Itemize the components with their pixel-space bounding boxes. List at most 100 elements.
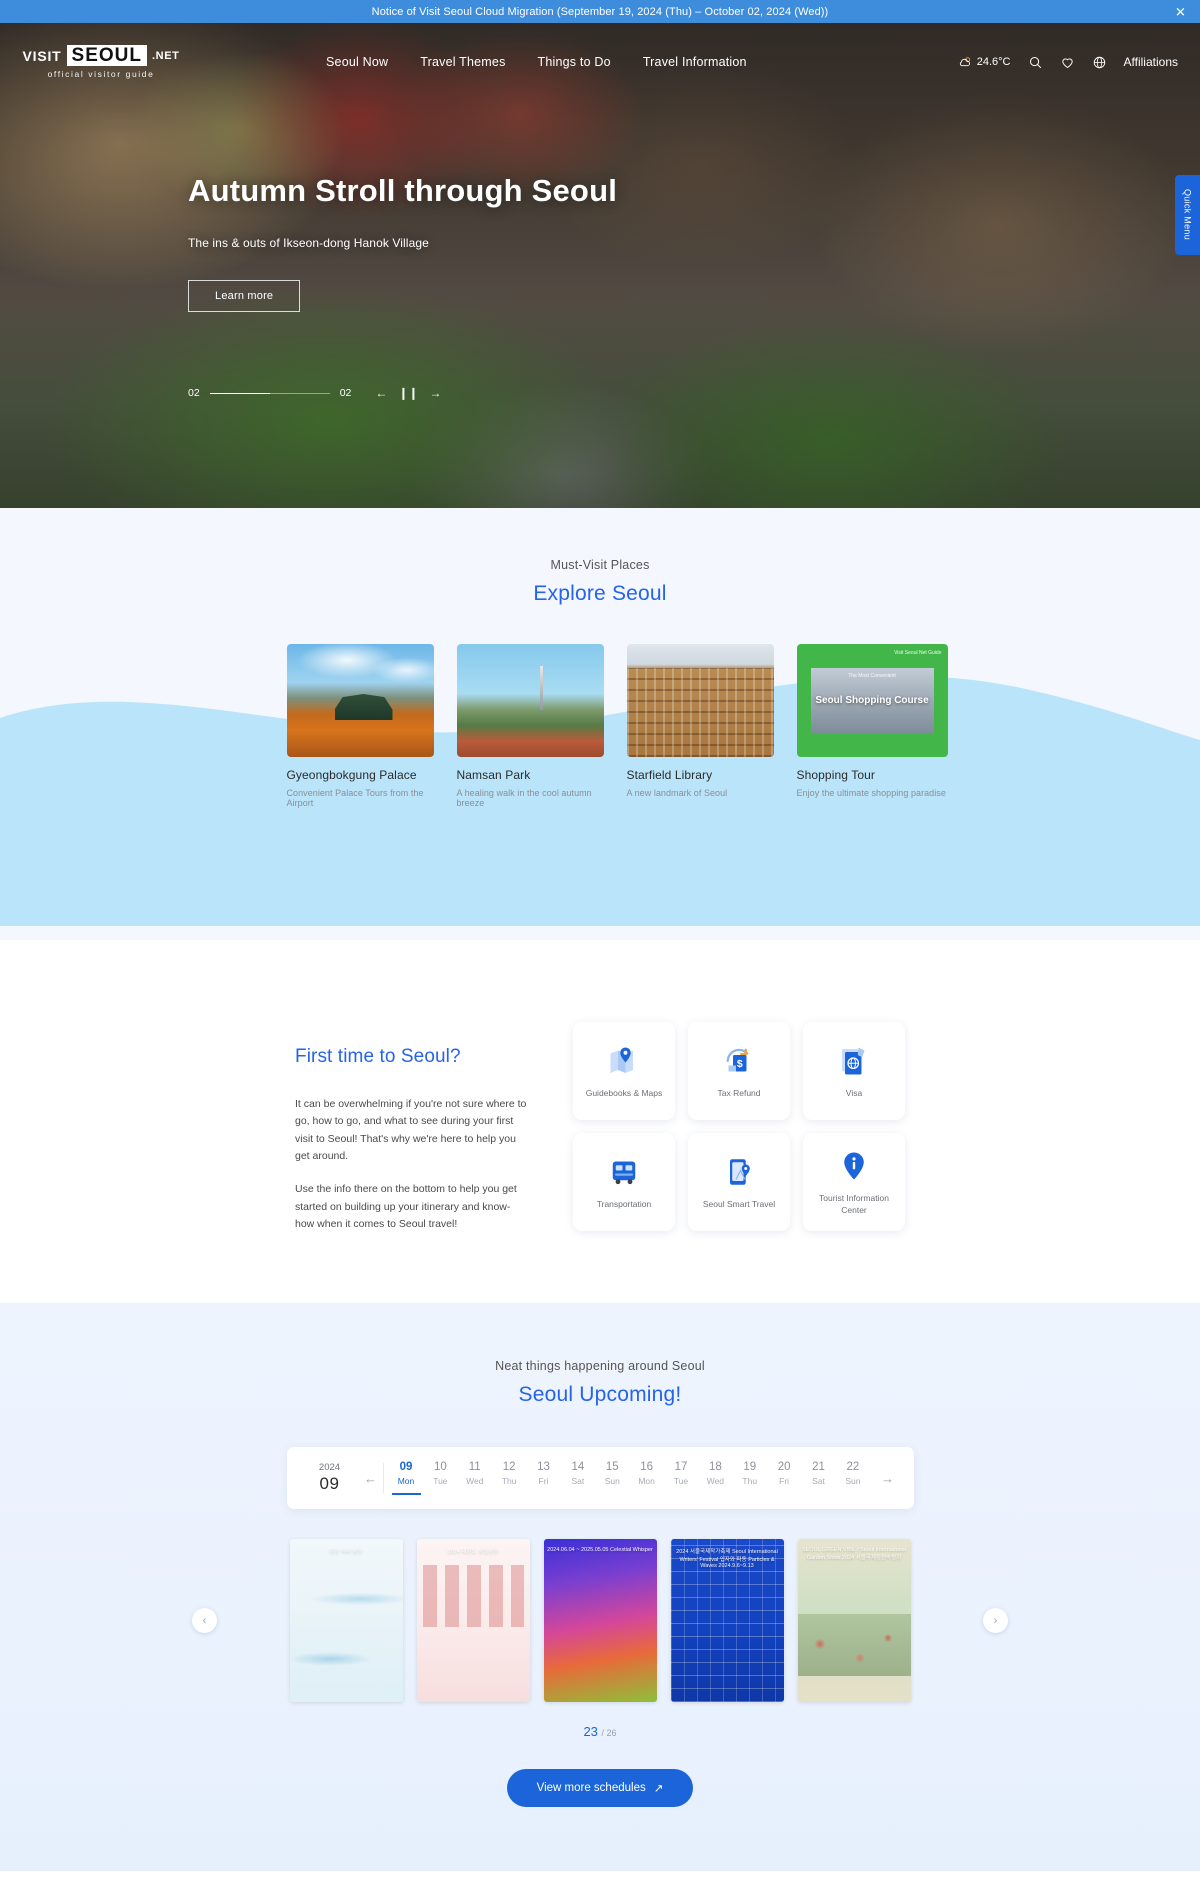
heart-icon[interactable] [1060,55,1075,70]
view-more-schedules-button[interactable]: View more schedules ↗ [506,1769,694,1808]
carousel-prev-button[interactable]: ‹ [192,1608,217,1634]
card-title: Starfield Library [626,768,713,782]
carousel-next-button[interactable]: › [983,1608,1008,1634]
poster-card[interactable]: 2024.06.04 ~ 2025.05.05 Celestial Whispe… [543,1539,657,1703]
weather-cloud-sun-icon [959,56,970,66]
calendar-day-label: Sun [845,1476,861,1487]
explore-eyebrow: Must-Visit Places [550,558,650,572]
upcoming-title: Seoul Upcoming! [518,1383,682,1407]
info-card-tax-refund[interactable]: $ Tax Refund [688,1022,790,1120]
slider-prev-button[interactable]: ← [375,386,387,400]
nav-item-seoul-now[interactable]: Seoul Now [326,55,388,69]
calendar-day-number: 14 [571,1461,585,1474]
calendar-day-label: Sat [571,1476,585,1487]
info-card-visa[interactable]: Visa [803,1022,905,1120]
more-schedules-wrapper: View more schedules ↗ [0,1769,1200,1808]
calendar-day-label: Fri [779,1476,790,1487]
slider-next-button[interactable]: → [429,386,441,400]
slide-total-count: 02 [339,387,352,399]
smartphone-pin-icon [730,1159,750,1185]
search-icon[interactable] [1028,55,1043,70]
close-icon[interactable]: ✕ [1175,5,1186,18]
calendar-day-15[interactable]: 15 Sun [598,1461,627,1495]
card-image [286,644,434,757]
slider-buttons: ← ❙❙ → [375,386,441,400]
info-card-guidebooks-maps[interactable]: Guidebooks & Maps [573,1022,675,1120]
poster-caption: 2024 서울국제작가축제 Seoul International Writer… [676,1549,778,1570]
poster-card[interactable]: 2024 태권도 상설공연 [416,1539,530,1703]
explore-seoul-section: Must-Visit Places Explore Seoul Gyeongbo… [0,508,1200,940]
poster-card[interactable]: 2024 서울국제작가축제 Seoul International Writer… [670,1539,784,1703]
nav-item-travel-information[interactable]: Travel Information [643,55,747,69]
slider-pause-button[interactable]: ❙❙ [398,386,418,400]
explore-card-shopping-tour[interactable]: The Most Convenient Seoul Shopping Cours… [796,644,948,808]
explore-cards: Gyeongbokgung Palace Convenient Palace T… [286,606,948,808]
calendar-day-17[interactable]: 17 Tue [667,1461,696,1495]
bus-icon [612,1161,636,1184]
calendar-day-number: 12 [502,1461,516,1474]
poster-caption: 2024.06.04 ~ 2025.05.05 Celestial Whispe… [547,1547,653,1554]
notice-bar: Notice of Visit Seoul Cloud Migration (S… [0,0,1200,23]
first-time-title: First time to Seoul? [295,1046,461,1067]
calendar-day-13[interactable]: 13 Fri [529,1461,558,1495]
calendar-day-20[interactable]: 20 Fri [770,1461,799,1495]
poster-caption: SEOUL GREEN VIBE / Seoul International G… [801,1547,907,1562]
info-card-label: Tax Refund [717,1087,761,1098]
card-image: The Most Convenient Seoul Shopping Cours… [796,644,948,757]
calendar-month-display: 2024 09 [301,1462,359,1494]
calendar-day-label: Mon [638,1476,655,1487]
calendar-day-number: 11 [468,1461,481,1474]
poster-card[interactable]: 한강 역사 탐방 [289,1539,403,1703]
passport-globe-icon [842,1047,865,1075]
carousel-counter: 23 / 26 [0,1724,1200,1739]
calendar-day-09[interactable]: 09 Mon [391,1461,421,1496]
calendar-day-18[interactable]: 18 Wed [701,1461,730,1495]
view-more-schedules-label: View more schedules [536,1782,646,1795]
calendar-day-label: Tue [673,1476,689,1487]
globe-icon[interactable] [1092,55,1107,70]
info-card-label: Tourist Information Center [819,1193,889,1215]
calendar-day-21[interactable]: 21 Sat [804,1461,833,1495]
calendar-day-number: 20 [777,1461,791,1474]
calendar-day-number: 18 [708,1461,722,1474]
calendar-day-19[interactable]: 19 Thu [735,1461,764,1495]
info-card-seoul-smart-travel[interactable]: Seoul Smart Travel [688,1133,790,1231]
learn-more-button[interactable]: Learn more [188,280,301,312]
weather-widget[interactable]: 24.6°C [958,55,1011,70]
site-logo[interactable]: VISIT SEOUL .NET official visitor guide [22,45,180,79]
calendar-prev-button[interactable]: ← [359,1471,383,1486]
site-header: VISIT SEOUL .NET official visitor guide … [0,23,1200,101]
calendar-day-16[interactable]: 16 Mon [632,1461,661,1495]
info-card-transportation[interactable]: Transportation [573,1133,675,1231]
poster-card[interactable]: SEOUL GREEN VIBE / Seoul International G… [797,1539,911,1703]
logo-visit-text: VISIT [22,47,62,64]
explore-title: Explore Seoul [533,582,667,605]
quick-menu-tab[interactable]: Quick Menu [1175,175,1200,255]
explore-card-namsan[interactable]: Namsan Park A healing walk in the cool a… [456,644,604,808]
calendar-day-22[interactable]: 22 Sun [838,1461,867,1495]
logo-net-text: .NET [152,49,180,62]
logo-tagline: official visitor guide [47,69,155,79]
calendar-next-button[interactable]: → [876,1471,900,1486]
slider-progress-track[interactable] [209,392,330,394]
affiliations-link[interactable]: Affiliations [1124,55,1178,69]
hero-subtitle: The ins & outs of Ikseon-dong Hanok Vill… [188,236,429,250]
nav-item-travel-themes[interactable]: Travel Themes [420,55,505,69]
card-title: Namsan Park [456,768,531,782]
calendar-day-14[interactable]: 14 Sat [563,1461,592,1495]
info-card-label: Visa [845,1087,863,1098]
calendar-day-number: 21 [812,1461,825,1474]
slide-current-index: 02 [188,387,200,399]
card-overlay-top-text: The Most Convenient [848,672,896,679]
calendar-day-label: Thu [742,1476,758,1487]
calendar-day-11[interactable]: 11 Wed [460,1461,489,1495]
info-card-tourist-information-center[interactable]: Tourist Information Center [803,1133,905,1231]
calendar-day-12[interactable]: 12 Thu [495,1461,524,1495]
calendar-day-10[interactable]: 10 Tue [426,1461,455,1495]
explore-card-starfield[interactable]: Starfield Library A new landmark of Seou… [626,644,774,808]
nav-item-things-to-do[interactable]: Things to Do [538,55,611,69]
calendar-day-strip: 09 Mon 10 Tue 11 Wed 12 Thu 13 Fri 14 Sa… [384,1461,876,1496]
explore-card-gyeongbokgung[interactable]: Gyeongbokgung Palace Convenient Palace T… [286,644,434,808]
calendar-day-number: 09 [399,1461,413,1474]
quick-menu-label: Quick Menu [1182,189,1193,241]
